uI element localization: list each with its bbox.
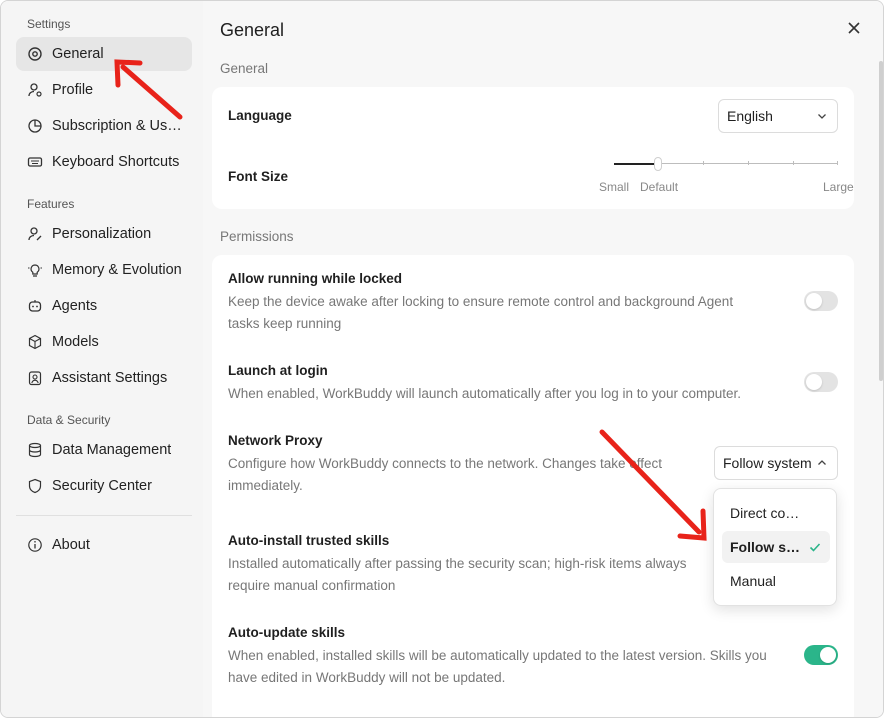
main-panel: General General Language English Font Si…: [203, 1, 883, 717]
launch-login-toggle[interactable]: [804, 372, 838, 392]
font-size-slider-thumb[interactable]: [654, 157, 662, 171]
section-label-data-security: Data & Security: [27, 413, 111, 427]
slider-tick: [793, 161, 794, 165]
close-icon: [848, 22, 860, 34]
toggle-knob: [806, 293, 822, 309]
auto-install-title: Auto-install trusted skills: [228, 533, 390, 548]
option-label: Follow system: [730, 539, 805, 555]
launch-login-title: Launch at login: [228, 363, 328, 378]
sidebar-item-label: Models: [52, 334, 99, 350]
toggle-knob: [820, 647, 836, 663]
slider-label-default: Default: [640, 180, 679, 194]
chevron-down-icon: [818, 114, 826, 119]
cube-icon: [27, 334, 43, 350]
user-edit-icon: [27, 226, 43, 242]
network-proxy-select[interactable]: Follow system: [714, 446, 838, 480]
dropdown-option-follow-system[interactable]: Follow system: [722, 531, 830, 563]
sidebar-item-label: Data Management: [52, 442, 172, 458]
settings-window: Settings General Profile Subscription & …: [0, 0, 884, 718]
keyboard-icon: [27, 154, 43, 170]
gear-icon: [27, 46, 43, 62]
pie-chart-icon: [27, 118, 43, 134]
launch-login-desc: When enabled, WorkBuddy will launch auto…: [228, 386, 742, 401]
sidebar-item-general[interactable]: General: [16, 37, 192, 71]
sidebar-item-profile[interactable]: Profile: [16, 73, 192, 107]
sidebar-item-keyboard-shortcuts[interactable]: Keyboard Shortcuts: [16, 145, 192, 179]
sidebar-item-personalization[interactable]: Personalization: [16, 217, 192, 251]
assistant-icon: [27, 370, 43, 386]
general-card: Language English Font Size Small Default…: [212, 87, 854, 209]
dropdown-option-direct[interactable]: Direct connection: [722, 497, 830, 529]
slider-tick: [837, 161, 838, 165]
sidebar-item-label: Security Center: [52, 478, 152, 494]
sidebar-item-subscription[interactable]: Subscription & Usage: [16, 109, 192, 143]
user-icon: [27, 82, 43, 98]
font-size-slider-fill: [614, 163, 658, 165]
group-label-general: General: [220, 61, 269, 76]
close-button[interactable]: [845, 19, 863, 37]
sidebar-item-label: Memory & Evolution: [52, 262, 182, 278]
section-label-features: Features: [27, 197, 75, 211]
auto-install-desc: Installed automatically after passing th…: [228, 556, 687, 593]
sidebar-item-assistant-settings[interactable]: Assistant Settings: [16, 361, 192, 395]
agent-icon: [27, 298, 43, 314]
sidebar-item-data-management[interactable]: Data Management: [16, 433, 192, 467]
network-proxy-title: Network Proxy: [228, 433, 323, 448]
sidebar-divider: [16, 515, 192, 516]
sidebar-item-label: Keyboard Shortcuts: [52, 154, 180, 170]
lightbulb-icon: [27, 262, 43, 278]
sidebar-item-label: Personalization: [52, 226, 152, 242]
dropdown-option-manual[interactable]: Manual: [722, 565, 830, 597]
language-select[interactable]: English: [718, 99, 838, 133]
sidebar-item-label: Assistant Settings: [52, 370, 168, 386]
sidebar-item-security-center[interactable]: Security Center: [16, 469, 192, 503]
option-label: Manual: [730, 573, 776, 589]
allow-locked-toggle[interactable]: [804, 291, 838, 311]
shield-icon: [27, 478, 43, 494]
chevron-up-icon: [818, 460, 826, 465]
toggle-knob: [806, 374, 822, 390]
sidebar-item-label: General: [52, 46, 104, 62]
slider-tick: [748, 161, 749, 165]
auto-update-desc: When enabled, installed skills will be a…: [228, 648, 767, 685]
option-label: Direct connection: [730, 505, 805, 521]
section-label-settings: Settings: [27, 17, 71, 31]
sidebar-item-models[interactable]: Models: [16, 325, 192, 359]
database-icon: [27, 442, 43, 458]
sidebar-item-label: Subscription & Usage: [52, 118, 182, 134]
sidebar-item-memory[interactable]: Memory & Evolution: [16, 253, 192, 287]
sidebar-item-agents[interactable]: Agents: [16, 289, 192, 323]
allow-locked-desc: Keep the device awake after locking to e…: [228, 294, 734, 331]
network-proxy-dropdown: Direct connection Follow system Manual: [713, 488, 837, 606]
permissions-card: Allow running while locked Keep the devi…: [212, 255, 854, 717]
slider-label-large: Large: [823, 180, 854, 194]
slider-tick: [703, 161, 704, 165]
sidebar: Settings General Profile Subscription & …: [1, 1, 203, 717]
network-proxy-desc: Configure how WorkBuddy connects to the …: [228, 456, 662, 493]
slider-label-small: Small: [599, 180, 630, 194]
sidebar-item-label: About: [52, 537, 90, 553]
group-label-permissions: Permissions: [220, 229, 294, 244]
language-title: Language: [228, 108, 292, 123]
allow-locked-title: Allow running while locked: [228, 271, 403, 286]
font-size-title: Font Size: [228, 169, 288, 184]
sidebar-item-label: Agents: [52, 298, 98, 314]
auto-update-toggle[interactable]: [804, 645, 838, 665]
sidebar-item-about[interactable]: About: [16, 528, 192, 562]
sidebar-item-label: Profile: [52, 82, 94, 98]
network-proxy-value: Follow system: [723, 455, 812, 471]
scrollbar[interactable]: [879, 61, 883, 381]
check-icon: [809, 543, 821, 552]
auto-update-title: Auto-update skills: [228, 625, 346, 640]
language-value: English: [727, 108, 773, 124]
page-title: General: [220, 20, 285, 40]
info-icon: [27, 537, 43, 553]
